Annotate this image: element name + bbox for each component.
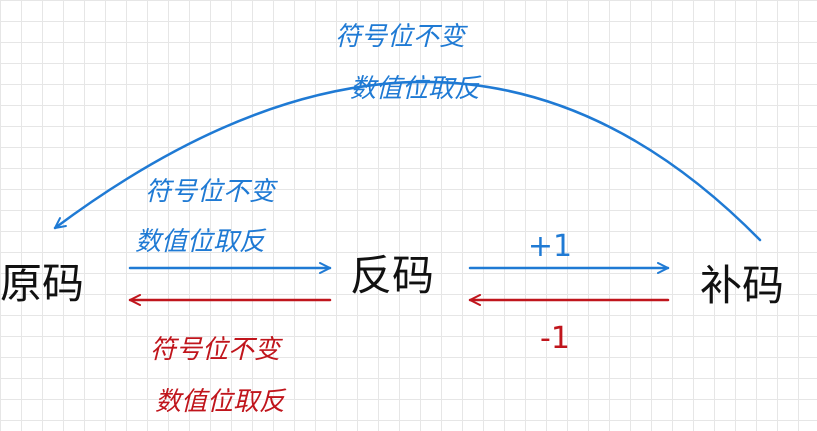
arc-note-sign-bit: 符号位不变 <box>335 22 468 52</box>
node-twos-complement: 补码 <box>700 261 784 310</box>
plus-one-label: +1 <box>528 229 572 264</box>
conversion-diagram: 符号位不变 数值位取反 原码 反码 补码 符号位不变 数值位取反 符号位不变 数… <box>0 22 784 417</box>
minus-one-label: -1 <box>540 321 570 356</box>
arc-note-value-bits: 数值位取反 <box>350 74 482 104</box>
arc-twos-to-original <box>53 80 762 242</box>
left-blue-note-sign-bit: 符号位不变 <box>145 177 278 207</box>
left-blue-note-value-bits: 数值位取反 <box>135 227 267 257</box>
node-original-code: 原码 <box>0 259 84 308</box>
left-red-note-value-bits: 数值位取反 <box>155 387 287 417</box>
left-red-note-sign-bit: 符号位不变 <box>150 335 283 365</box>
node-ones-complement: 反码 <box>350 251 434 300</box>
